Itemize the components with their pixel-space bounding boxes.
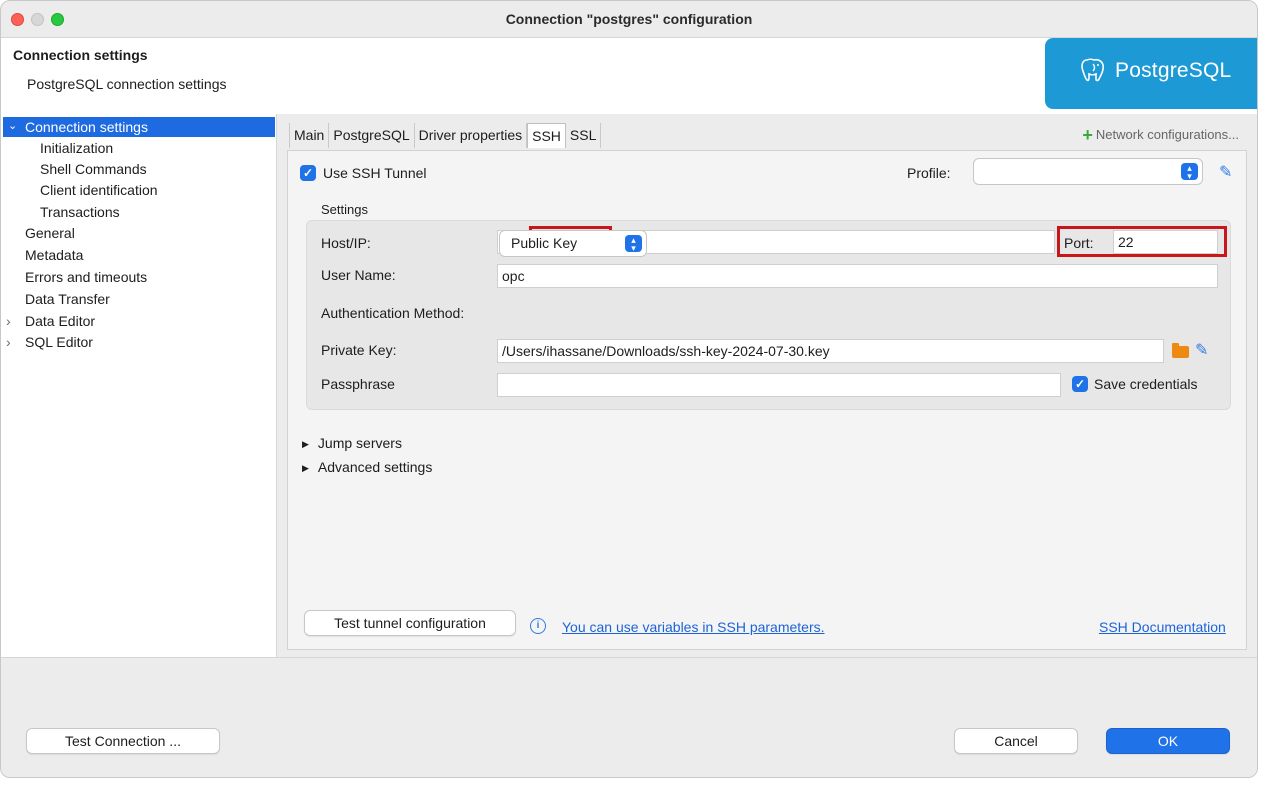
- use-ssh-tunnel-label: Use SSH Tunnel: [323, 165, 427, 181]
- sidebar-item-initialization[interactable]: Initialization: [40, 138, 113, 158]
- settings-group-label: Settings: [321, 202, 368, 217]
- auth-method-value: Public Key: [511, 235, 578, 251]
- title-bar: Connection "postgres" configuration: [1, 1, 1257, 38]
- sidebar-item-errors-and-timeouts[interactable]: Errors and timeouts: [25, 267, 147, 287]
- settings-sidebar: ⌄ Connection settings Initialization She…: [1, 114, 277, 657]
- ssh-variables-link[interactable]: You can use variables in SSH parameters.: [562, 619, 825, 635]
- sidebar-item-shell-commands[interactable]: Shell Commands: [40, 159, 147, 179]
- network-configurations-link[interactable]: + Network configurations...: [1082, 125, 1239, 146]
- auth-method-select[interactable]: Public Key ▴ ▾: [499, 230, 647, 257]
- page-title: Connection settings: [13, 47, 148, 63]
- tab-postgresql[interactable]: PostgreSQL: [329, 123, 415, 148]
- ssh-documentation-link[interactable]: SSH Documentation: [1099, 619, 1226, 635]
- edit-key-pencil-icon[interactable]: ✎: [1195, 340, 1208, 360]
- profile-select[interactable]: ▴ ▾: [973, 158, 1203, 185]
- test-connection-button[interactable]: Test Connection ...: [26, 728, 220, 754]
- sidebar-item-data-editor[interactable]: › Data Editor: [1, 311, 271, 331]
- passphrase-label: Passphrase: [321, 376, 395, 392]
- user-name-input[interactable]: opc: [497, 264, 1218, 288]
- sidebar-item-label: Connection settings: [25, 119, 148, 135]
- cancel-button[interactable]: Cancel: [954, 728, 1078, 754]
- port-label: Port:: [1064, 235, 1094, 251]
- postgresql-logo: PostgreSQL: [1045, 38, 1257, 109]
- elephant-icon: [1081, 58, 1104, 82]
- advanced-settings-label: Advanced settings: [317, 459, 433, 475]
- tab-main[interactable]: Main: [289, 123, 330, 148]
- sidebar-item-connection-settings[interactable]: ⌄ Connection settings: [3, 117, 275, 137]
- jump-servers-expander[interactable]: ▶ Jump servers: [302, 435, 402, 451]
- private-key-input[interactable]: /Users/ihassane/Downloads/ssh-key-2024-0…: [497, 339, 1164, 363]
- page-subtitle: PostgreSQL connection settings: [27, 76, 227, 92]
- save-credentials-checkbox[interactable]: ✓: [1072, 376, 1088, 392]
- tab-driver-properties[interactable]: Driver properties: [414, 123, 528, 148]
- settings-group: Host/IP: 143 Port: 22 User Name: opc Aut…: [306, 220, 1231, 410]
- window-title: Connection "postgres" configuration: [505, 11, 753, 27]
- sidebar-item-data-transfer[interactable]: Data Transfer: [25, 289, 110, 309]
- config-dialog: Connection "postgres" configuration Conn…: [0, 0, 1258, 778]
- sidebar-item-client-identification[interactable]: Client identification: [40, 180, 158, 200]
- ok-button[interactable]: OK: [1106, 728, 1230, 754]
- dialog-footer: Test Connection ... Cancel OK: [1, 657, 1257, 777]
- sidebar-item-metadata[interactable]: Metadata: [25, 245, 83, 265]
- jump-servers-label: Jump servers: [317, 435, 402, 451]
- network-configurations-label: Network configurations...: [1095, 127, 1239, 142]
- chevron-right-icon[interactable]: ›: [6, 311, 11, 331]
- folder-icon[interactable]: [1172, 343, 1189, 358]
- test-tunnel-button[interactable]: Test tunnel configuration: [304, 610, 516, 636]
- plus-icon: +: [1082, 125, 1093, 145]
- sidebar-item-label: Data Editor: [25, 313, 96, 329]
- chevron-down-icon[interactable]: ⌄: [8, 116, 17, 136]
- sidebar-item-transactions[interactable]: Transactions: [40, 202, 120, 222]
- user-name-label: User Name:: [321, 267, 396, 283]
- sidebar-item-sql-editor[interactable]: › SQL Editor: [1, 332, 271, 352]
- ssh-panel: ✓ Use SSH Tunnel Profile: ▴ ▾ ✎ Settings …: [287, 150, 1247, 650]
- private-key-label: Private Key:: [321, 342, 397, 358]
- sidebar-item-label: SQL Editor: [25, 334, 93, 350]
- edit-profile-pencil-icon[interactable]: ✎: [1219, 162, 1232, 182]
- select-arrows-icon: ▴ ▾: [625, 235, 642, 253]
- save-credentials-label: Save credentials: [1094, 376, 1198, 392]
- port-input[interactable]: 22: [1113, 230, 1218, 254]
- logo-text: PostgreSQL: [1115, 59, 1232, 82]
- settings-content: Main PostgreSQL Driver properties SSH SS…: [279, 114, 1257, 657]
- auth-method-label: Authentication Method:: [321, 305, 465, 321]
- info-icon: i: [530, 618, 546, 634]
- disclosure-triangle-icon: ▶: [302, 439, 309, 449]
- profile-label: Profile:: [907, 165, 951, 181]
- tab-ssh[interactable]: SSH: [527, 123, 566, 148]
- tab-bar: Main PostgreSQL Driver properties SSH SS…: [289, 123, 602, 149]
- dialog-header: Connection settings PostgreSQL connectio…: [1, 38, 1257, 114]
- use-ssh-tunnel-checkbox[interactable]: ✓: [300, 165, 316, 181]
- tab-ssl[interactable]: SSL: [565, 123, 602, 148]
- chevron-right-icon[interactable]: ›: [6, 332, 11, 352]
- select-arrows-icon: ▴ ▾: [1181, 163, 1198, 181]
- host-label: Host/IP:: [321, 235, 371, 251]
- advanced-settings-expander[interactable]: ▶ Advanced settings: [302, 459, 432, 475]
- disclosure-triangle-icon: ▶: [302, 463, 309, 473]
- sidebar-item-general[interactable]: General: [25, 223, 75, 243]
- passphrase-input[interactable]: [497, 373, 1061, 397]
